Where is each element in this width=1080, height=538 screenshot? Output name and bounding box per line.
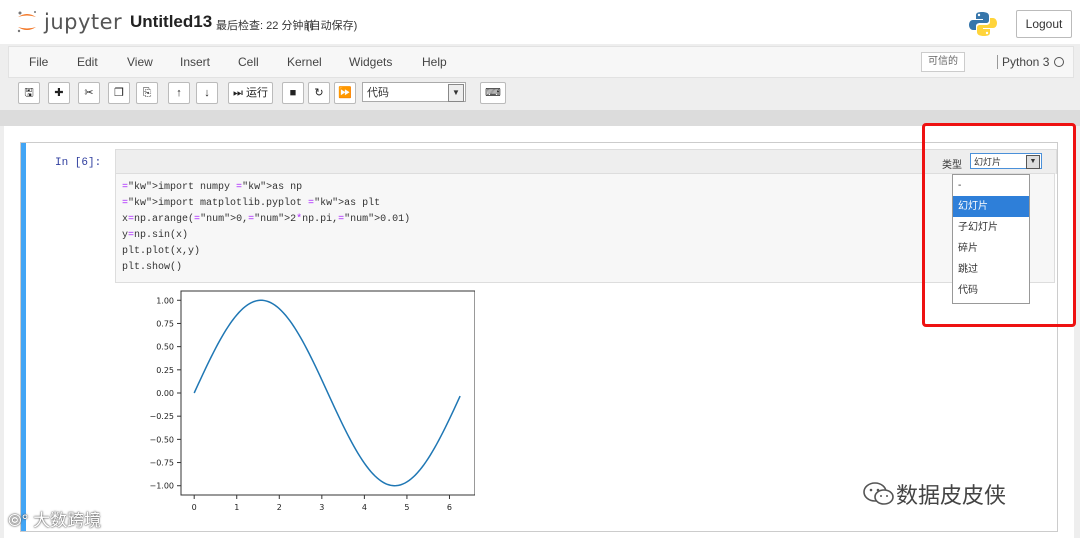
menu-kernel[interactable]: Kernel bbox=[287, 55, 322, 69]
watermark-left: ⦾° 大数跨境 bbox=[8, 506, 101, 531]
chevron-down-icon: ▼ bbox=[448, 84, 464, 102]
keyboard-icon: ⌨ bbox=[485, 87, 501, 99]
run-label: 运行 bbox=[245, 87, 268, 99]
menu-file[interactable]: File bbox=[29, 55, 48, 69]
restart-button[interactable]: ↻ bbox=[308, 82, 330, 104]
y-tick-label: 0.00 bbox=[156, 389, 174, 398]
watermark-left-text: 大数跨境 bbox=[33, 511, 102, 530]
cell-type-value: 代码 bbox=[367, 87, 389, 99]
y-tick-label: 1.00 bbox=[156, 296, 174, 305]
trusted-indicator[interactable]: 可信的 bbox=[921, 52, 965, 72]
wechat-icon: ⦾° bbox=[8, 511, 29, 530]
paste-icon: ⎘ bbox=[142, 87, 152, 99]
watermark-right-text: 数据皮皮侠 bbox=[896, 483, 1007, 508]
menu-cell[interactable]: Cell bbox=[238, 55, 259, 69]
restart-icon: ↻ bbox=[314, 87, 324, 99]
x-tick-label: 5 bbox=[404, 503, 409, 512]
insert-cell-button[interactable]: ✚ bbox=[48, 82, 70, 104]
header: jupyter Untitled13 最后检查: 22 分钟前 (自动保存) L… bbox=[0, 0, 1080, 44]
cut-button[interactable]: ✂ bbox=[78, 82, 100, 104]
menu-view[interactable]: View bbox=[127, 55, 153, 69]
x-tick-label: 2 bbox=[277, 503, 282, 512]
menu-help[interactable]: Help bbox=[422, 55, 447, 69]
save-icon: 🖫 bbox=[24, 87, 34, 99]
step-forward-icon: ⏭ bbox=[233, 87, 243, 99]
jupyter-orbit-icon bbox=[17, 11, 36, 33]
logout-button[interactable]: Logout bbox=[1016, 10, 1072, 38]
autosave-status: (自动保存) bbox=[306, 20, 358, 32]
menubar: File Edit View Insert Cell Kernel Widget… bbox=[8, 46, 1074, 78]
cell-selected-bar bbox=[21, 143, 26, 531]
cell-type-select[interactable]: 代码 ▼ bbox=[362, 82, 466, 102]
input-prompt: In [6]: bbox=[55, 157, 102, 169]
menu-widgets[interactable]: Widgets bbox=[349, 55, 392, 69]
fast-forward-icon: ⏩ bbox=[338, 87, 352, 99]
y-tick-label: −1.00 bbox=[149, 482, 174, 491]
paste-button[interactable]: ⎘ bbox=[136, 82, 158, 104]
y-tick-label: −0.50 bbox=[149, 435, 174, 444]
watermark-right: 数据皮皮侠 bbox=[862, 478, 1006, 510]
arrow-up-icon: ↑ bbox=[176, 87, 182, 99]
code-cell[interactable]: In [6]: 类型 幻灯片 ▼ ="kw">import numpy ="kw… bbox=[20, 142, 1058, 532]
x-tick-label: 0 bbox=[192, 503, 197, 512]
x-tick-label: 3 bbox=[319, 503, 324, 512]
move-down-button[interactable]: ↓ bbox=[196, 82, 218, 104]
jupyter-logo[interactable]: jupyter bbox=[16, 8, 122, 36]
logo-text: jupyter bbox=[44, 10, 123, 34]
y-tick-label: 0.25 bbox=[156, 366, 174, 375]
restart-run-all-button[interactable]: ⏩ bbox=[334, 82, 356, 104]
cell-toolbar: 类型 幻灯片 ▼ bbox=[115, 149, 1057, 174]
y-tick-label: 0.50 bbox=[156, 343, 174, 352]
interrupt-button[interactable]: ■ bbox=[282, 82, 304, 104]
stop-icon: ■ bbox=[289, 87, 297, 99]
python-logo-icon bbox=[969, 12, 997, 36]
toolbar: 🖫 ✚ ✂ ❐ ⎘ ↑ ↓ ⏭ 运行 ■ ↻ ⏩ 代码 ▼ ⌨ bbox=[0, 80, 1080, 108]
notebook-container: In [6]: 类型 幻灯片 ▼ ="kw">import numpy ="kw… bbox=[4, 126, 1074, 538]
checkpoint-status: 最后检查: 22 分钟前 bbox=[216, 20, 315, 32]
plot-output: 1.00 0.75 0.50 0.25 0.00 −0.25 −0.50 −0.75 −1.00… bbox=[149, 290, 475, 512]
y-tick-label: −0.75 bbox=[149, 459, 174, 468]
kernel-name: Python 3 bbox=[997, 55, 1049, 69]
code-editor[interactable]: ="kw">import numpy ="kw">as np ="kw">imp… bbox=[115, 173, 1055, 283]
move-up-button[interactable]: ↑ bbox=[168, 82, 190, 104]
menu-edit[interactable]: Edit bbox=[77, 55, 98, 69]
scissors-icon: ✂ bbox=[84, 87, 94, 99]
annotation-highlight-box bbox=[922, 123, 1076, 327]
header-separator bbox=[0, 110, 1080, 126]
command-palette-button[interactable]: ⌨ bbox=[480, 82, 506, 104]
x-tick-label: 6 bbox=[447, 503, 452, 512]
copy-icon: ❐ bbox=[114, 87, 124, 99]
copy-button[interactable]: ❐ bbox=[108, 82, 130, 104]
x-tick-label: 4 bbox=[362, 503, 367, 512]
save-button[interactable]: 🖫 bbox=[18, 82, 40, 104]
x-tick-label: 1 bbox=[234, 503, 239, 512]
arrow-down-icon: ↓ bbox=[204, 87, 210, 99]
wechat-icon bbox=[863, 482, 894, 505]
plus-icon: ✚ bbox=[54, 87, 64, 99]
y-tick-label: 0.75 bbox=[156, 319, 174, 328]
notebook-name[interactable]: Untitled13 bbox=[130, 12, 212, 32]
run-button[interactable]: ⏭ 运行 bbox=[228, 82, 273, 104]
code-text: ="kw">import numpy ="kw">as np ="kw">imp… bbox=[122, 182, 411, 273]
y-tick-label: −0.25 bbox=[149, 412, 174, 421]
kernel-idle-icon bbox=[1054, 57, 1064, 67]
menu-insert[interactable]: Insert bbox=[180, 55, 210, 69]
